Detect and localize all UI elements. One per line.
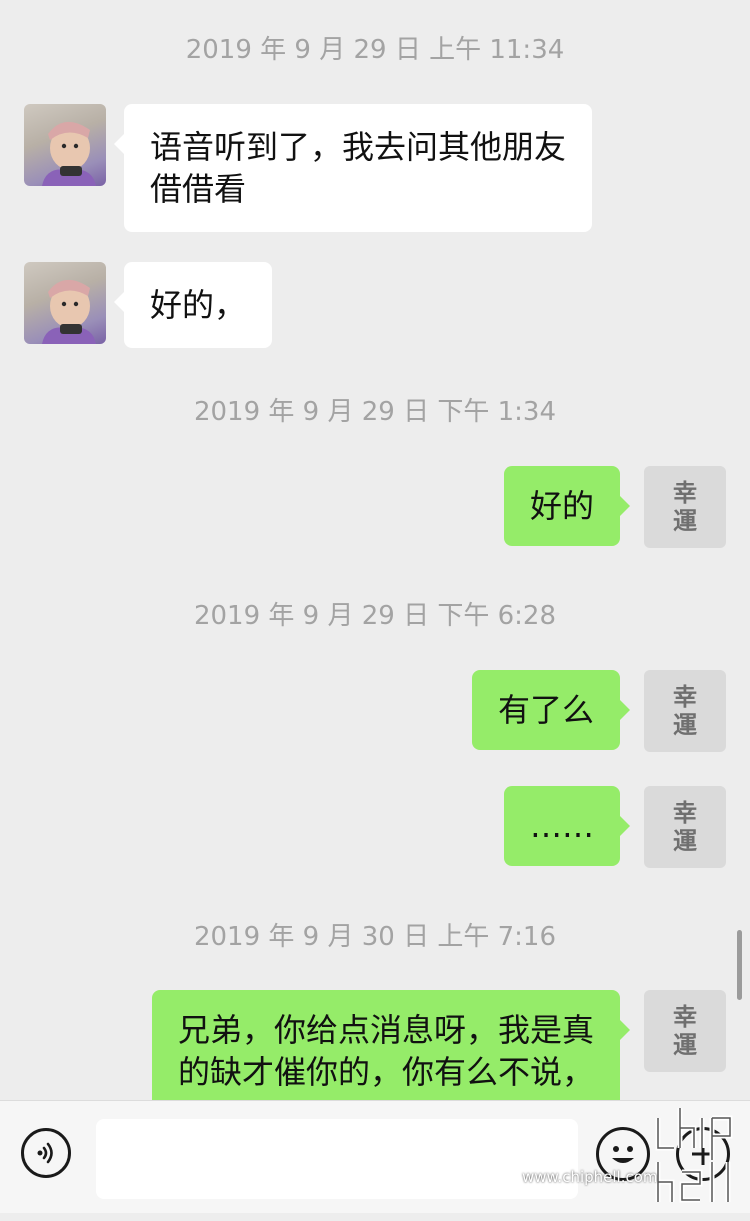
avatar-char: 運: [673, 710, 697, 739]
avatar-char: 幸: [673, 1002, 697, 1031]
child-photo-icon: [42, 121, 96, 186]
message-text-line: 语音听到了，我去问其他朋友: [150, 128, 567, 166]
avatar-char: 運: [673, 506, 697, 535]
child-photo-icon: [42, 279, 96, 344]
avatar-char: 幸: [673, 478, 697, 507]
watermark-url: www.chiphell.com: [522, 1168, 658, 1186]
chiphell-logo-icon: [655, 1108, 733, 1203]
message-bubble-incoming[interactable]: 语音听到了，我去问其他朋友 借借看: [113, 104, 593, 232]
timestamp: 2019 年 9 月 30 日 上午 7:16: [193, 922, 557, 952]
message-bubble-incoming[interactable]: 好的，: [113, 262, 273, 348]
voice-icon: [37, 1142, 53, 1164]
timestamp: 2019 年 9 月 29 日 上午 11:34: [185, 35, 565, 65]
watermark-logo: [650, 1100, 750, 1212]
avatar-char: 幸: [673, 798, 697, 827]
message-input[interactable]: [96, 1119, 578, 1199]
message-text-line: 借借看: [150, 170, 247, 208]
message-bubble-outgoing[interactable]: 兄弟，你给点消息呀，我是真 的缺才催你的，你有么不说，: [151, 990, 631, 1100]
message-text: ……: [530, 807, 594, 845]
self-avatar[interactable]: 幸 運: [644, 786, 726, 868]
avatar-char: 運: [673, 1030, 697, 1059]
contact-avatar[interactable]: [24, 262, 106, 344]
self-avatar[interactable]: 幸 運: [644, 466, 726, 548]
message-text-line: 兄弟，你给点消息呀，我是真: [177, 1011, 594, 1049]
message-text-line: 的缺才催你的，你有么不说，: [177, 1053, 594, 1091]
message-text: 有了么: [497, 691, 594, 729]
message-text: 好的: [529, 487, 594, 525]
scrollbar[interactable]: [737, 930, 742, 1000]
message-bubble-outgoing[interactable]: 好的: [503, 466, 631, 546]
avatar-char: 幸: [673, 682, 697, 711]
chat-message-list[interactable]: 2019 年 9 月 29 日 上午 11:34 语音听到了，我去问其他朋友 借…: [0, 0, 750, 1100]
voice-button[interactable]: [21, 1128, 71, 1178]
message-bubble-outgoing[interactable]: 有了么: [471, 670, 631, 750]
self-avatar[interactable]: 幸 運: [644, 670, 726, 752]
timestamp: 2019 年 9 月 29 日 下午 6:28: [193, 601, 557, 631]
timestamp: 2019 年 9 月 29 日 下午 1:34: [193, 397, 557, 427]
self-avatar[interactable]: 幸 運: [644, 990, 726, 1072]
avatar-char: 運: [673, 826, 697, 855]
message-bubble-outgoing[interactable]: ……: [504, 786, 630, 866]
message-input-bar: [0, 1100, 750, 1213]
message-text: 好的，: [150, 286, 247, 324]
contact-avatar[interactable]: [24, 104, 106, 186]
